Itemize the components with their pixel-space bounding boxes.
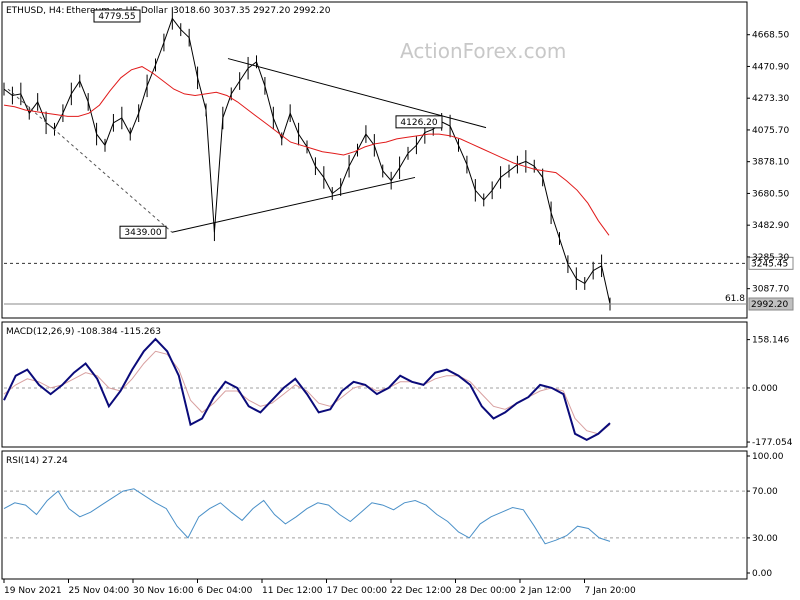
rsi-line xyxy=(3,488,611,545)
annotation-label: 4126.20 xyxy=(400,118,437,128)
price-tick-label: 3087.70 xyxy=(752,285,789,295)
price-tick-label: 3680.50 xyxy=(752,189,789,199)
rsi-tick-label: 0.00 xyxy=(752,569,772,579)
price-tick-label: 4470.90 xyxy=(752,62,789,72)
watermark: ActionForex.com xyxy=(400,39,566,63)
chart-canvas: ETHUSD, H4: Ethereum vs US Dollar 3018.6… xyxy=(1,1,794,596)
x-tick-label: 17 Dec 00:00 xyxy=(327,586,388,596)
price-tick-label: 3285.30 xyxy=(752,253,789,263)
price-tick-label: 4668.50 xyxy=(752,31,789,41)
x-tick-label: 7 Jan 20:00 xyxy=(585,586,637,596)
level-label: 2992.20 xyxy=(751,300,788,310)
fib-label: 61.8 xyxy=(725,294,745,304)
price-tick-label: 4273.30 xyxy=(752,94,789,104)
rsi-panel xyxy=(1,450,748,580)
macd-layer xyxy=(3,337,747,442)
macd-line xyxy=(3,337,611,442)
macd-panel xyxy=(1,321,748,448)
annotation-label: 3439.00 xyxy=(124,228,161,238)
rsi-tick-label: 70.00 xyxy=(752,487,778,497)
x-tick-label: 22 Dec 12:00 xyxy=(391,586,452,596)
price-tick-label: 4075.70 xyxy=(752,126,789,136)
header-ohlc: 3018.60 3037.35 2927.20 2992.20 xyxy=(173,6,331,16)
annotation-label: 4779.55 xyxy=(98,12,135,22)
price-layer: 61.8 4779.55 3439.00 4126.20 xyxy=(3,7,747,311)
x-tick-label: 25 Nov 04:00 xyxy=(69,586,130,596)
rsi-tick-label: 100.00 xyxy=(752,452,784,462)
x-tick-label: 2 Jan 12:00 xyxy=(520,586,572,596)
macd-title: MACD(12,26,9) -108.384 -115.263 xyxy=(6,327,161,337)
lower-trendline xyxy=(171,176,416,233)
macd-tick-label: -177.054 xyxy=(752,438,793,448)
rsi-tick-label: 30.00 xyxy=(752,534,778,544)
macd-tick-label: 158.146 xyxy=(752,336,789,346)
price-tick-label: 3878.10 xyxy=(752,158,789,168)
x-tick-label: 11 Dec 12:00 xyxy=(262,586,323,596)
rsi-layer xyxy=(3,488,747,545)
x-tick-label: 28 Dec 00:00 xyxy=(456,586,517,596)
price-panel xyxy=(1,1,748,319)
x-tick-label: 19 Nov 2021 xyxy=(4,586,62,596)
x-tick-label: 6 Dec 04:00 xyxy=(198,586,253,596)
x-tick-label: 30 Nov 16:00 xyxy=(133,586,194,596)
price-tick-label: 3482.90 xyxy=(752,221,789,231)
header-symbol: ETHUSD, H4: xyxy=(6,6,64,16)
macd-tick-label: 0.000 xyxy=(752,384,778,394)
rsi-title: RSI(14) 27.24 xyxy=(6,456,68,466)
